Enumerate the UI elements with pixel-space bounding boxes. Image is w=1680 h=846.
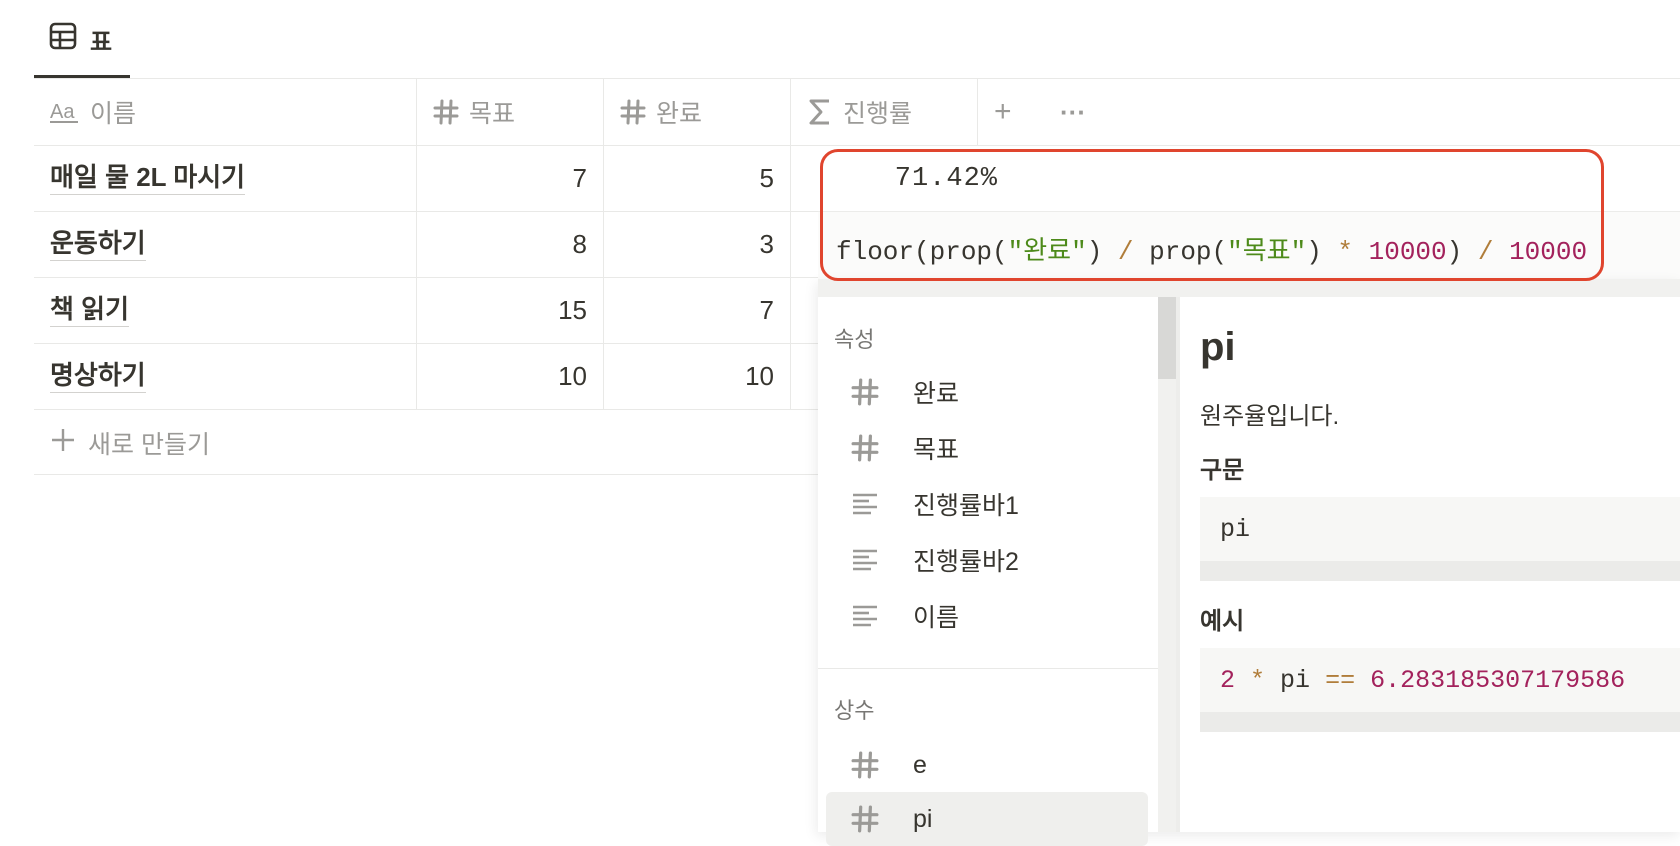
suggestion-label: 목표: [913, 436, 960, 464]
properties-section-title: 속성: [834, 327, 875, 352]
formula-editor[interactable]: floor(prop("완료") / prop("목표") * 10000) /…: [818, 211, 1680, 280]
column-header-done[interactable]: 완료: [604, 79, 791, 145]
suggestion-constant-e[interactable]: e: [826, 738, 1148, 792]
done-cell[interactable]: 3: [604, 212, 791, 277]
more-options-button[interactable]: ···: [1044, 79, 1114, 145]
suggestion-label: 진행률바2: [913, 548, 1019, 576]
goal-cell[interactable]: 7: [417, 146, 604, 211]
suggestion-property-done[interactable]: 완료: [826, 365, 1148, 419]
section-divider: [818, 668, 1158, 669]
column-header-label: 목표: [469, 100, 516, 128]
name-cell[interactable]: 운동하기: [34, 212, 417, 277]
done-cell[interactable]: 10: [604, 344, 791, 409]
row-name: 운동하기: [50, 228, 146, 261]
column-header-name[interactable]: Aa 이름: [34, 79, 417, 145]
detail-title: pi: [1200, 325, 1236, 369]
text-lines-icon: [847, 604, 883, 628]
row-name: 매일 물 2L 마시기: [50, 162, 246, 195]
table-icon: [49, 22, 77, 55]
done-cell[interactable]: 7: [604, 278, 791, 343]
svg-text:Aa: Aa: [50, 101, 75, 123]
suggestion-property-name[interactable]: 이름: [826, 589, 1148, 643]
number-icon: [847, 805, 883, 833]
number-icon: [847, 751, 883, 779]
name-cell[interactable]: 명상하기: [34, 344, 417, 409]
row-name: 책 읽기: [50, 294, 129, 327]
suggestion-label: 완료: [913, 380, 960, 408]
constants-section-title: 상수: [834, 698, 875, 723]
plus-icon: [50, 427, 76, 460]
suggestion-label: e: [913, 750, 927, 779]
number-icon: [847, 378, 883, 406]
plus-icon: +: [994, 95, 1012, 128]
text-property-icon: Aa: [50, 100, 80, 124]
example-code-block: 2 * pi == 6.283185307179586: [1200, 648, 1680, 712]
suggestion-label: 진행률바1: [913, 492, 1019, 520]
syntax-heading: 구문: [1200, 457, 1245, 484]
new-row-label: 새로 만들기: [88, 431, 210, 459]
add-column-button[interactable]: +: [978, 79, 1048, 145]
view-tab-table[interactable]: 표: [34, 0, 130, 78]
suggestion-property-goal[interactable]: 목표: [826, 421, 1148, 475]
more-icon: ···: [1060, 96, 1086, 127]
suggestion-property-progressbar2[interactable]: 진행률바2: [826, 533, 1148, 587]
sigma-icon: [807, 98, 833, 126]
table-header: Aa 이름 목표 완료 진행률 + ···: [34, 79, 1680, 146]
goal-cell[interactable]: 15: [417, 278, 604, 343]
done-cell[interactable]: 5: [604, 146, 791, 211]
text-lines-icon: [847, 548, 883, 572]
detail-description: 원주율입니다.: [1200, 403, 1340, 430]
column-header-label: 완료: [656, 100, 703, 128]
column-header-goal[interactable]: 목표: [417, 79, 604, 145]
scrollbar-thumb[interactable]: [1158, 297, 1176, 379]
number-icon: [433, 99, 459, 125]
column-header-label: 이름: [90, 100, 137, 128]
example-heading: 예시: [1200, 608, 1245, 635]
goal-cell[interactable]: 10: [417, 344, 604, 409]
number-icon: [620, 99, 646, 125]
suggestion-label: pi: [913, 804, 933, 833]
row-name: 명상하기: [50, 360, 146, 393]
column-header-progress[interactable]: 진행률: [791, 79, 978, 145]
suggestion-label: 이름: [913, 604, 960, 632]
suggestion-property-progressbar1[interactable]: 진행률바1: [826, 477, 1148, 531]
formula-input[interactable]: floor(prop("완료") / prop("목표") * 10000) /…: [836, 230, 1587, 267]
name-cell[interactable]: 책 읽기: [34, 278, 417, 343]
goal-cell[interactable]: 8: [417, 212, 604, 277]
suggestion-constant-pi[interactable]: pi: [826, 792, 1148, 846]
code-block-scrollbar[interactable]: [1200, 561, 1680, 581]
number-icon: [847, 434, 883, 462]
formula-result-cell[interactable]: 71.42%: [818, 147, 1016, 210]
text-lines-icon: [847, 492, 883, 516]
syntax-code-block: pi: [1200, 497, 1680, 561]
panel-top-strip: [818, 279, 1680, 297]
view-tab-label: 표: [90, 29, 113, 56]
code-block-scrollbar[interactable]: [1200, 712, 1680, 732]
name-cell[interactable]: 매일 물 2L 마시기: [34, 146, 417, 211]
column-header-label: 진행률: [843, 100, 913, 128]
